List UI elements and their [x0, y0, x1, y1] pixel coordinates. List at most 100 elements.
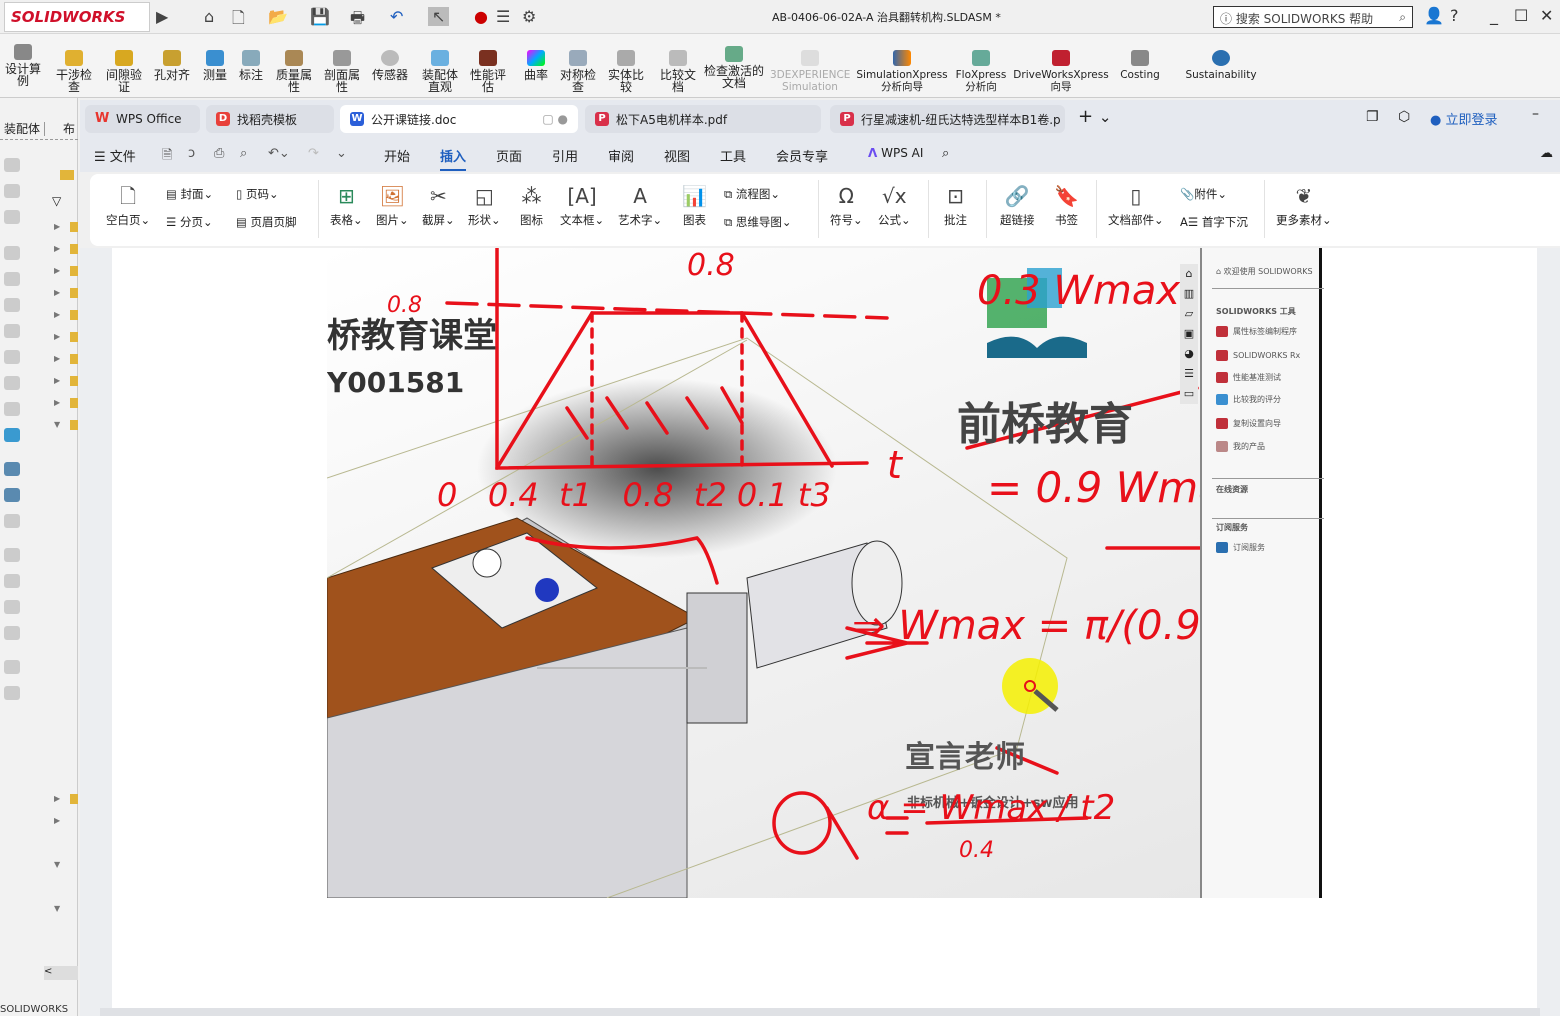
interference-check-button[interactable]: 干涉检查 [52, 50, 96, 93]
cover-button[interactable]: ▤ 封面⌄ [166, 186, 213, 202]
screenshot-button[interactable]: ✂ 截屏⌄ [422, 184, 455, 228]
solidworks-logo[interactable]: SOLIDWORKS [4, 2, 150, 32]
clearance-verify-button[interactable]: 间隙验证 [102, 50, 146, 93]
undo-icon[interactable]: ↶ [390, 7, 403, 26]
tool-icon[interactable] [4, 158, 20, 172]
maximize-icon[interactable]: ☐ [1514, 6, 1528, 25]
tool-icon[interactable] [4, 514, 20, 528]
print-icon[interactable]: 🖶 [350, 7, 365, 34]
tree-collapse-icon[interactable]: ▼ [54, 860, 60, 869]
file-properties-icon[interactable]: ☰ [496, 7, 510, 26]
mass-properties-button[interactable]: 质量属性 [272, 50, 316, 93]
tab-pdf-panasonic[interactable]: P 松下A5电机样本.pdf [585, 105, 821, 133]
page-number-button[interactable]: ▯ 页码⌄ [236, 186, 279, 202]
tool-icon[interactable] [4, 298, 20, 312]
embedded-screenshot-image[interactable]: 桥教育课堂 Y001581 前桥教育 宣言老师 非标机械+钣金设计+sw应用 0… [327, 248, 1322, 898]
sustainability-button[interactable]: Sustainability [1182, 50, 1260, 81]
hyperlink-button[interactable]: 🔗 超链接 [1000, 184, 1035, 228]
performance-evaluation-button[interactable]: 性能评估 [466, 50, 510, 93]
costing-button[interactable]: Costing [1116, 50, 1164, 81]
tool-icon[interactable] [4, 210, 20, 224]
symbol-button[interactable]: Ω 符号⌄ [830, 184, 863, 228]
rebuild-icon[interactable]: ● [474, 7, 488, 26]
tree-expand-icon[interactable]: ▶ [54, 376, 60, 385]
tab-pdf-gearbox[interactable]: P 行星减速机-纽氏达特选型样本B1卷.p [830, 105, 1065, 133]
comment-button[interactable]: ⊡ 批注 [944, 184, 967, 228]
symmetry-check-button[interactable]: 对称检查 [556, 50, 600, 93]
tab-wps-office[interactable]: W WPS Office [85, 105, 200, 133]
save-icon[interactable]: 🗎 [162, 146, 172, 168]
print-icon[interactable]: ⎙ [214, 146, 224, 161]
menu-review[interactable]: 审阅 [608, 146, 634, 165]
tree-expand-icon[interactable]: ▶ [54, 354, 60, 363]
options-gear-icon[interactable]: ⚙ [522, 7, 536, 26]
tab-document-active[interactable]: W 公开课链接.doc ▢ ● [340, 105, 578, 133]
print-preview-icon[interactable]: ⌕ [240, 146, 247, 161]
markup-button[interactable]: 标注 [234, 50, 268, 81]
body-compare-button[interactable]: 实体比较 [604, 50, 648, 93]
tool-icon[interactable] [4, 626, 20, 640]
horizontal-scrollbar[interactable] [100, 1008, 1540, 1016]
curvature-button[interactable]: 曲率 [520, 50, 552, 81]
tree-expand-icon[interactable]: ▶ [54, 332, 60, 341]
file-menu[interactable]: ☰ 文件 [94, 146, 136, 165]
assembly-visualization-button[interactable]: 装配体直观 [418, 50, 462, 93]
mindmap-button[interactable]: ⧉ 思维导图⌄ [724, 214, 792, 230]
table-button[interactable]: ⊞ 表格⌄ [330, 184, 363, 228]
header-footer-button[interactable]: ▤ 页眉页脚 [236, 214, 297, 230]
formula-button[interactable]: √x 公式⌄ [878, 184, 911, 228]
open-file-icon[interactable]: 📂 [268, 7, 288, 26]
tree-expand-icon[interactable]: ▶ [54, 398, 60, 407]
login-button[interactable]: ● 立即登录 [1430, 109, 1498, 128]
tool-icon[interactable] [4, 600, 20, 614]
user-icon[interactable]: 👤 [1424, 6, 1444, 25]
tool-icon[interactable] [4, 350, 20, 364]
sensor-button[interactable]: 传感器 [368, 50, 412, 81]
cube-icon[interactable]: ⬡ [1398, 109, 1410, 125]
menu-start[interactable]: 开始 [384, 146, 410, 165]
tool-icon[interactable] [4, 428, 20, 442]
help-question-icon[interactable]: ? [1450, 6, 1459, 25]
tool-icon[interactable] [4, 324, 20, 338]
format-painter-icon[interactable]: ↄ [188, 146, 195, 161]
blank-page-button[interactable]: 🗋 空白页⌄ [106, 184, 150, 228]
tool-icon[interactable] [4, 246, 20, 260]
tree-horizontal-scrollbar[interactable]: < [44, 966, 78, 980]
simulationxpress-button[interactable]: SimulationXpress 分析向导 [856, 50, 948, 93]
tab-docer-templates[interactable]: D 找稻壳模板 [206, 105, 334, 133]
menu-tools[interactable]: 工具 [720, 146, 746, 165]
tree-expand-icon[interactable]: ▶ [54, 244, 60, 253]
window-layout-icon[interactable]: ❐ [1366, 109, 1379, 125]
tool-icon[interactable] [4, 184, 20, 198]
search-icon[interactable]: ⌕ [942, 146, 949, 161]
tab-assembly[interactable]: 装配体 [0, 122, 46, 136]
wps-ai-button[interactable]: Λ WPS AI [868, 146, 923, 160]
more-materials-button[interactable]: ❦ 更多素材⌄ [1276, 184, 1332, 228]
compare-documents-button[interactable]: 比较文档 [656, 50, 700, 93]
menu-member[interactable]: 会员专享 [776, 146, 828, 165]
menu-view[interactable]: 视图 [664, 146, 690, 165]
tree-expand-icon[interactable]: ▶ [54, 222, 60, 231]
filter-icon[interactable]: ▽ [52, 194, 61, 208]
tool-icon[interactable] [4, 272, 20, 286]
new-file-icon[interactable]: 🗋 [232, 7, 245, 34]
tree-collapse-icon[interactable]: ▼ [54, 420, 60, 429]
minimize-icon[interactable]: _ [1490, 6, 1498, 25]
wps-minimize-icon[interactable]: – [1532, 106, 1539, 122]
menu-references[interactable]: 引用 [552, 146, 578, 165]
3dexperience-simulation-button[interactable]: 3DEXPERIENCE Simulation [770, 50, 850, 93]
floxpress-button[interactable]: FloXpress 分析向 [954, 50, 1008, 93]
undo-icon[interactable]: ↶⌄ [268, 146, 290, 161]
home-icon[interactable]: ⌂ [204, 7, 214, 26]
page-break-button[interactable]: ☰ 分页⌄ [166, 214, 213, 230]
tree-expand-icon[interactable]: ▶ [54, 288, 60, 297]
measure-button[interactable]: 测量 [198, 50, 232, 81]
shape-button[interactable]: ◱ 形状⌄ [468, 184, 501, 228]
tool-icon[interactable] [4, 574, 20, 588]
check-active-document-button[interactable]: 检查激活的文档 [704, 46, 764, 89]
hole-alignment-button[interactable]: 孔对齐 [150, 50, 194, 81]
redo-icon[interactable]: ↷ [308, 146, 319, 161]
driveworksxpress-button[interactable]: DriveWorksXpress 向导 [1012, 50, 1110, 93]
tool-icon[interactable] [4, 376, 20, 390]
tool-icon[interactable] [4, 462, 20, 476]
